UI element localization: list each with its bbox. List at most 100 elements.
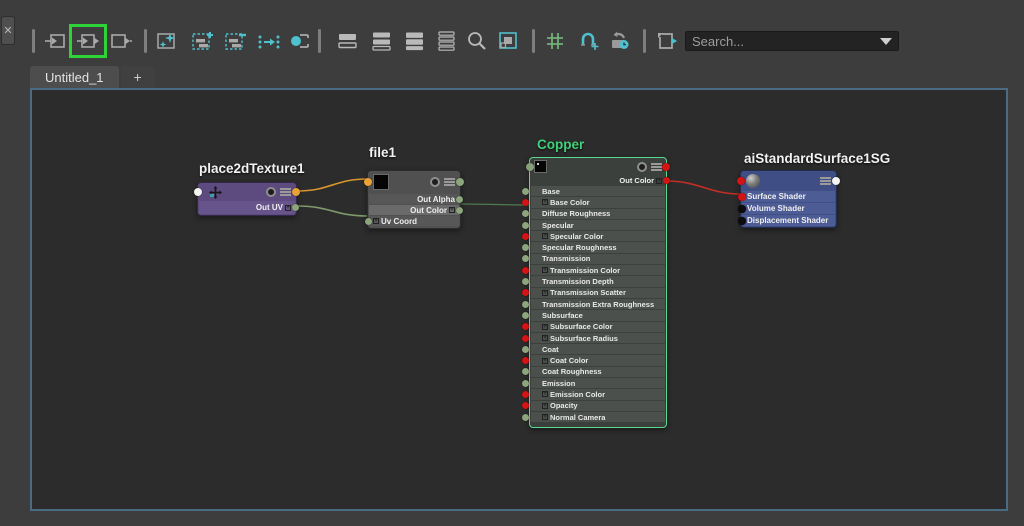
attr-row-transmission-color[interactable]: Transmission Color xyxy=(531,265,665,275)
display-simple-mode-button[interactable] xyxy=(336,29,360,53)
attr-row-out-color[interactable]: Out Color xyxy=(530,175,666,186)
port-out-alpha[interactable] xyxy=(456,196,463,203)
pin-selection-button[interactable] xyxy=(287,29,311,53)
node-header[interactable] xyxy=(741,171,836,191)
node-copper[interactable]: Out Color Base Base Color Diffuse Roughn… xyxy=(529,157,667,428)
toggle-grid-button[interactable] xyxy=(543,29,567,53)
clear-graph-button[interactable] xyxy=(155,29,179,53)
port[interactable] xyxy=(522,391,529,398)
port-out-color[interactable] xyxy=(456,207,463,214)
node-menu-icon[interactable] xyxy=(820,177,831,185)
port-displacement-shader[interactable] xyxy=(738,217,746,225)
port[interactable] xyxy=(522,414,529,421)
port-out-uv[interactable] xyxy=(292,204,299,211)
node-header[interactable] xyxy=(198,183,296,201)
attr-row-out-color[interactable]: Out Color xyxy=(369,205,459,215)
expand-port-icon[interactable] xyxy=(542,233,548,239)
swatch-toggle-icon[interactable] xyxy=(266,187,276,197)
graph-selection-button[interactable] xyxy=(257,29,281,53)
port-uv-coord[interactable] xyxy=(365,218,372,225)
search-dropdown-arrow-icon[interactable] xyxy=(880,38,892,45)
expand-port-icon[interactable] xyxy=(542,335,548,341)
port[interactable] xyxy=(522,222,529,229)
swatch-toggle-icon[interactable] xyxy=(637,162,647,172)
output-connections-button[interactable] xyxy=(109,29,133,53)
remove-selected-from-graph-button[interactable] xyxy=(224,29,248,53)
attr-row-displacement-shader[interactable]: Displacement Shader xyxy=(742,215,835,226)
expand-port-icon[interactable] xyxy=(285,205,291,211)
port[interactable] xyxy=(522,335,529,342)
attr-row-out-alpha[interactable]: Out Alpha xyxy=(369,194,459,204)
attr-row-subsurface-color[interactable]: Subsurface Color xyxy=(531,322,665,332)
restore-last-graph-button[interactable] xyxy=(607,29,631,53)
attr-row-coat-color[interactable]: Coat Color xyxy=(531,355,665,365)
attr-row-opacity[interactable]: Opacity xyxy=(531,401,665,411)
attr-row-transmission-extra-roughness[interactable]: Transmission Extra Roughness xyxy=(531,299,665,309)
expand-port-icon[interactable] xyxy=(542,391,548,397)
attr-row-volume-shader[interactable]: Volume Shader xyxy=(742,203,835,214)
attr-row-subsurface[interactable]: Subsurface xyxy=(531,310,665,320)
node-menu-icon[interactable] xyxy=(651,163,662,171)
frame-graph-button[interactable] xyxy=(654,29,678,53)
port-output[interactable] xyxy=(832,177,840,185)
attr-row-surface-shader[interactable]: Surface Shader xyxy=(742,191,835,202)
attr-row-normal-camera[interactable]: Normal Camera xyxy=(531,412,665,422)
search-field[interactable] xyxy=(685,31,899,51)
expand-port-icon[interactable] xyxy=(542,199,548,205)
input-connections-button[interactable] xyxy=(44,29,68,53)
port[interactable] xyxy=(522,346,529,353)
node-header[interactable] xyxy=(368,171,460,193)
tab-untitled-1[interactable]: Untitled_1 xyxy=(30,66,119,88)
node-menu-icon[interactable] xyxy=(444,178,455,186)
attr-row-coat-roughness[interactable]: Coat Roughness xyxy=(531,367,665,377)
node-aistandardsurface1sg[interactable]: Surface Shader Volume Shader Displacemen… xyxy=(740,170,837,228)
attr-row-base[interactable]: Base xyxy=(531,186,665,196)
attr-row-transmission-depth[interactable]: Transmission Depth xyxy=(531,276,665,286)
snap-to-grid-button[interactable] xyxy=(577,29,601,53)
port-white[interactable] xyxy=(194,188,202,196)
port[interactable] xyxy=(522,301,529,308)
node-menu-icon[interactable] xyxy=(280,188,291,196)
wire-place2d-to-file1[interactable] xyxy=(297,179,367,191)
attr-row-base-color[interactable]: Base Color xyxy=(531,197,665,207)
port[interactable] xyxy=(522,380,529,387)
expand-port-icon[interactable] xyxy=(373,218,379,224)
expand-port-icon[interactable] xyxy=(542,267,548,273)
port-surface-shader[interactable] xyxy=(738,193,746,201)
display-custom-mode-button[interactable] xyxy=(435,29,459,53)
attr-row-transmission[interactable]: Transmission xyxy=(531,254,665,264)
zoom-search-button[interactable] xyxy=(465,29,489,53)
new-tab-button[interactable]: + xyxy=(121,66,155,88)
port-input[interactable] xyxy=(526,163,534,171)
swatch-toggle-icon[interactable] xyxy=(430,177,440,187)
port-output[interactable] xyxy=(662,163,670,171)
port[interactable] xyxy=(522,312,529,319)
port[interactable] xyxy=(522,267,529,274)
wire-outcolor-to-basecolor[interactable] xyxy=(461,204,530,205)
toolbar-grip[interactable]: ✕ xyxy=(1,16,15,45)
display-connected-mode-button[interactable] xyxy=(370,29,394,53)
attr-row-subsurface-radius[interactable]: Subsurface Radius xyxy=(531,333,665,343)
texture-swatch[interactable] xyxy=(373,174,389,190)
expand-port-icon[interactable] xyxy=(542,403,548,409)
port-output[interactable] xyxy=(456,178,464,186)
attr-row-uv-coord[interactable]: Uv Coord xyxy=(369,216,459,226)
node-file1[interactable]: Out Alpha Out Color Uv Coord xyxy=(367,170,461,229)
expand-port-icon[interactable] xyxy=(542,290,548,296)
node-editor-canvas[interactable]: place2dTexture1 Out UV file1 xyxy=(30,88,1008,511)
expand-port-icon[interactable] xyxy=(542,324,548,330)
expand-port-icon[interactable] xyxy=(542,414,548,420)
node-header[interactable] xyxy=(530,158,666,175)
wire-outuv-to-uvcoord[interactable] xyxy=(297,206,367,216)
port[interactable] xyxy=(522,233,529,240)
attr-row-emission[interactable]: Emission xyxy=(531,378,665,388)
add-selected-to-graph-button[interactable] xyxy=(191,29,215,53)
port-input[interactable] xyxy=(364,178,372,186)
material-swatch[interactable] xyxy=(534,160,547,173)
attr-row-emission-color[interactable]: Emission Color xyxy=(531,389,665,399)
expand-port-icon[interactable] xyxy=(542,358,548,364)
attr-row-specular-roughness[interactable]: Specular Roughness xyxy=(531,242,665,252)
port-input[interactable] xyxy=(737,177,745,185)
attr-row-diffuse-roughness[interactable]: Diffuse Roughness xyxy=(531,209,665,219)
node-place2dtexture1[interactable]: Out UV xyxy=(197,182,297,216)
